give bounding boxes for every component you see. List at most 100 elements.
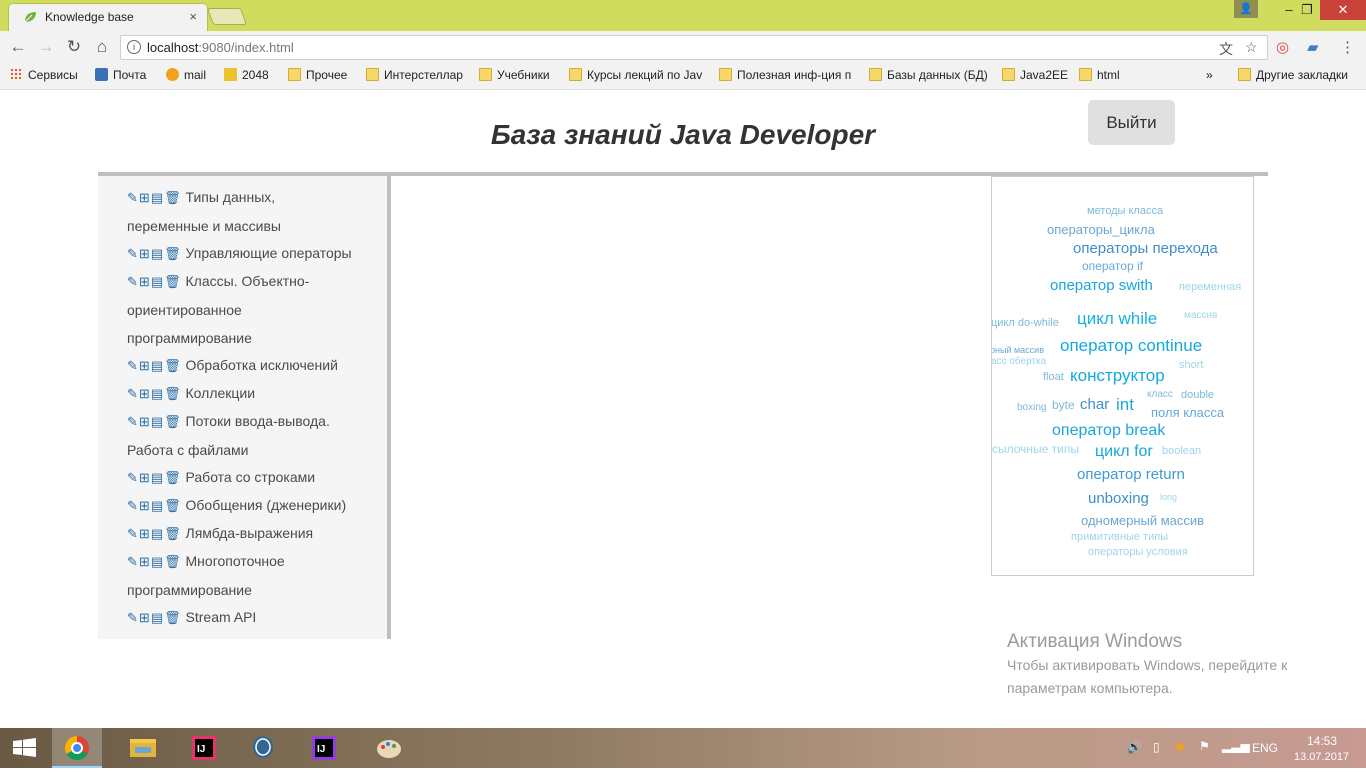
tag-cloud-word[interactable]: boxing bbox=[1017, 402, 1046, 413]
add-icon[interactable]: ⊞ bbox=[139, 190, 151, 205]
tag-cloud-word[interactable]: char bbox=[1080, 396, 1109, 413]
tag-cloud-word[interactable]: класс bbox=[1147, 389, 1173, 400]
taskbar-explorer[interactable] bbox=[118, 728, 168, 768]
bookmark-folder[interactable]: Курсы лекций по Jav bbox=[569, 68, 702, 82]
tag-cloud-word[interactable]: оператор if bbox=[1082, 259, 1143, 273]
home-icon[interactable]: ⌂ bbox=[91, 37, 113, 57]
bookmark-folder[interactable]: html bbox=[1079, 68, 1120, 82]
tag-cloud-word[interactable]: float bbox=[1043, 371, 1064, 383]
category-label[interactable]: Stream API bbox=[186, 609, 257, 625]
edit-icon[interactable]: ✎ bbox=[127, 386, 139, 401]
network-icon[interactable]: ▂▃▅ bbox=[1222, 739, 1250, 753]
document-icon[interactable]: ▤ bbox=[151, 274, 164, 289]
trash-icon[interactable]: 🗑 bbox=[164, 190, 182, 205]
tag-cloud-word[interactable]: цикл for bbox=[1095, 443, 1153, 461]
tag-cloud-word[interactable]: оператор return bbox=[1077, 466, 1185, 483]
tag-cloud-word[interactable]: long bbox=[1160, 492, 1177, 502]
bookmark-mail-ru[interactable]: mail bbox=[166, 68, 206, 82]
forward-arrow-icon[interactable]: → bbox=[35, 37, 57, 57]
trash-icon[interactable]: 🗑 bbox=[164, 610, 182, 625]
edit-icon[interactable]: ✎ bbox=[127, 414, 139, 429]
trash-icon[interactable]: 🗑 bbox=[164, 246, 182, 261]
category-label[interactable]: Обобщения (дженерики) bbox=[186, 497, 347, 513]
category-item[interactable]: ✎⊞▤🗑 Коллекции bbox=[127, 379, 367, 408]
tag-cloud-word[interactable]: double bbox=[1181, 389, 1214, 401]
category-item[interactable]: ✎⊞▤🗑 Обработка исключений bbox=[127, 351, 367, 380]
clock-time[interactable]: 14:53 bbox=[1307, 734, 1337, 748]
trash-icon[interactable]: 🗑 bbox=[164, 470, 182, 485]
tag-cloud-word[interactable]: цикл do-while bbox=[992, 317, 1059, 329]
bookmark-star-icon[interactable]: ☆ bbox=[1245, 39, 1258, 56]
category-label[interactable]: Обработка исключений bbox=[186, 357, 338, 373]
more-bookmarks-button[interactable]: » bbox=[1206, 68, 1213, 82]
category-label[interactable]: переменные и массивы bbox=[127, 218, 281, 234]
document-icon[interactable]: ▤ bbox=[151, 498, 164, 513]
volume-icon[interactable]: 🔊 bbox=[1127, 740, 1142, 754]
bookmark-folder[interactable]: Базы данных (БД) bbox=[869, 68, 988, 82]
trash-icon[interactable]: 🗑 bbox=[164, 274, 182, 289]
address-bar[interactable]: i localhost:9080/index.html 文 ☆ bbox=[120, 35, 1268, 60]
tag-cloud-word[interactable]: short bbox=[1179, 359, 1203, 371]
category-label[interactable]: Работа со строками bbox=[186, 469, 316, 485]
category-label[interactable]: программирование bbox=[127, 330, 252, 346]
category-item[interactable]: ✎⊞▤🗑 Потоки ввода-вывода. Работа с файлам… bbox=[127, 407, 367, 464]
category-label[interactable]: Типы данных, bbox=[186, 189, 276, 205]
document-icon[interactable]: ▤ bbox=[151, 554, 164, 569]
tag-cloud-word[interactable]: операторы_цикла bbox=[1047, 222, 1155, 237]
category-item[interactable]: ✎⊞▤🗑 Обобщения (дженерики) bbox=[127, 491, 367, 520]
add-icon[interactable]: ⊞ bbox=[139, 610, 151, 625]
tag-cloud-word[interactable]: одномерный массив bbox=[1081, 513, 1204, 528]
taskbar-paint[interactable] bbox=[364, 728, 414, 768]
tag-cloud-word[interactable]: операторы перехода bbox=[1073, 240, 1218, 257]
taskbar-postgres[interactable] bbox=[238, 728, 288, 768]
category-item[interactable]: ✎⊞▤🗑 Управляющие операторы bbox=[127, 239, 367, 268]
tag-cloud-word[interactable]: int bbox=[1116, 395, 1134, 415]
edit-icon[interactable]: ✎ bbox=[127, 190, 139, 205]
bookmark-folder[interactable]: Полезная инф-ция п bbox=[719, 68, 851, 82]
document-icon[interactable]: ▤ bbox=[151, 526, 164, 541]
tag-cloud-word[interactable]: асс обертка bbox=[992, 356, 1046, 367]
taskbar-intellij[interactable]: IJ bbox=[180, 728, 230, 768]
category-label[interactable]: Управляющие операторы bbox=[186, 245, 352, 261]
language-indicator[interactable]: ENG bbox=[1252, 741, 1278, 755]
category-item[interactable]: ✎⊞▤🗑 Работа со строками bbox=[127, 463, 367, 492]
bookmark-folder[interactable]: Учебники bbox=[479, 68, 550, 82]
battery-icon[interactable]: ▯ bbox=[1153, 740, 1160, 754]
start-button[interactable] bbox=[0, 728, 50, 768]
edit-icon[interactable]: ✎ bbox=[127, 498, 139, 513]
add-icon[interactable]: ⊞ bbox=[139, 470, 151, 485]
add-icon[interactable]: ⊞ bbox=[139, 554, 151, 569]
back-arrow-icon[interactable]: ← bbox=[7, 37, 29, 57]
tab-close-icon[interactable]: × bbox=[189, 9, 197, 24]
category-item[interactable]: ✎⊞▤🗑 Лямбда-выражения bbox=[127, 519, 367, 548]
tag-cloud-word[interactable]: unboxing bbox=[1088, 490, 1149, 507]
category-label[interactable]: Коллекции bbox=[186, 385, 256, 401]
tag-cloud-word[interactable]: примитивные типы bbox=[1071, 531, 1168, 543]
document-icon[interactable]: ▤ bbox=[151, 414, 164, 429]
bookmark-folder[interactable]: Интерстеллар bbox=[366, 68, 463, 82]
user-profile-icon[interactable]: 👤 bbox=[1234, 0, 1258, 18]
other-bookmarks[interactable]: Другие закладки bbox=[1238, 68, 1348, 82]
category-label[interactable]: Лямбда-выражения bbox=[186, 525, 314, 541]
menu-icon[interactable]: ⋮ bbox=[1340, 38, 1355, 56]
document-icon[interactable]: ▤ bbox=[151, 470, 164, 485]
tag-cloud-word[interactable]: поля класса bbox=[1151, 405, 1224, 420]
bookmark-folder[interactable]: Прочее bbox=[288, 68, 347, 82]
tag-cloud-word[interactable]: цикл while bbox=[1077, 309, 1157, 329]
tag-cloud-word[interactable]: byte bbox=[1052, 398, 1075, 412]
add-icon[interactable]: ⊞ bbox=[139, 274, 151, 289]
add-icon[interactable]: ⊞ bbox=[139, 414, 151, 429]
category-label[interactable]: Многопоточное bbox=[186, 553, 285, 569]
category-label[interactable]: программирование bbox=[127, 582, 252, 598]
add-icon[interactable]: ⊞ bbox=[139, 526, 151, 541]
trash-icon[interactable]: 🗑 bbox=[164, 414, 182, 429]
translate-icon[interactable]: 文 bbox=[1219, 39, 1233, 59]
tag-cloud-word[interactable]: ссылочные типы bbox=[992, 442, 1079, 456]
edit-icon[interactable]: ✎ bbox=[127, 246, 139, 261]
edit-icon[interactable]: ✎ bbox=[127, 554, 139, 569]
edit-icon[interactable]: ✎ bbox=[127, 274, 139, 289]
document-icon[interactable]: ▤ bbox=[151, 610, 164, 625]
tag-cloud-word[interactable]: методы класса bbox=[1087, 205, 1163, 217]
category-item[interactable]: ✎⊞▤🗑 Типы данных, переменные и массивы bbox=[127, 183, 367, 240]
extension-target-icon[interactable]: ◎ bbox=[1276, 38, 1289, 56]
